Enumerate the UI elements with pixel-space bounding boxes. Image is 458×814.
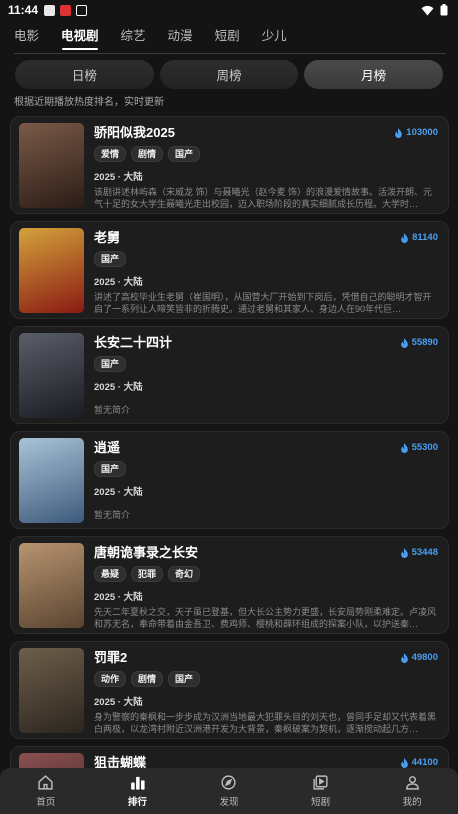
- genre-tag: 悬疑: [94, 566, 127, 582]
- genre-tag: 奇幻: [168, 566, 201, 582]
- genre-tag: 国产: [168, 671, 201, 687]
- nav-home[interactable]: 首页: [0, 768, 92, 814]
- tab-tv-series[interactable]: 电视剧: [61, 28, 99, 50]
- show-info: 逍遥国产 2025 · 大陆 暂无简介: [94, 439, 438, 521]
- nav-ranking[interactable]: 排行: [92, 768, 184, 814]
- nav-label: 我的: [402, 797, 422, 808]
- genre-tag: 剧情: [131, 671, 164, 687]
- status-bar: 11:44: [0, 0, 458, 20]
- show-poster[interactable]: [19, 648, 84, 733]
- divider: [14, 53, 446, 54]
- show-poster[interactable]: [19, 333, 84, 418]
- genre-tags: 国产: [94, 251, 438, 268]
- show-card[interactable]: 53448 唐朝诡事录之长安 悬疑 犯罪 奇幻 2025 · 大陆 先天二年夏秋之交，天子虽…: [10, 536, 449, 634]
- home-icon: [38, 775, 53, 790]
- tab-anime[interactable]: 动漫: [168, 28, 193, 50]
- show-meta: 2025 · 大陆: [94, 697, 143, 708]
- show-info: 罚罪2 动作 剧情 国产 2025 · 大陆身为警察的秦枫和一步步成为汉洲当地最大犯罪头…: [94, 649, 438, 735]
- show-title[interactable]: 长安二十四计: [94, 334, 438, 352]
- show-description: 该剧讲述林屿森（宋威龙 饰）与聂曦光（赵今麦 饰）的浪漫爱情故事。活泼开朗、元气…: [94, 187, 433, 209]
- show-card[interactable]: 55890 长安二十四计 国产 2025 · 大陆 暂无简介: [10, 326, 449, 424]
- bottom-navigation: 首页 排行 发现 短剧 我的: [0, 768, 458, 814]
- genre-tags: 国产: [94, 356, 438, 373]
- notification-icon: [44, 4, 56, 16]
- ranking-list: 103000 骄阳似我2025 爱情 剧情 国产 2025 · 大陆 该剧讲述林屿森（宋威龙…: [10, 116, 449, 814]
- show-title[interactable]: 骄阳似我2025: [94, 124, 438, 142]
- tab-daily-ranking[interactable]: 日榜: [15, 60, 154, 89]
- show-title[interactable]: 罚罪2: [94, 649, 438, 667]
- play-square-icon: [313, 775, 328, 790]
- genre-tags: 动作 剧情 国产: [94, 671, 438, 688]
- genre-tag: 国产: [94, 251, 127, 267]
- genre-tag: 国产: [94, 461, 127, 477]
- show-info: 唐朝诡事录之长安 悬疑 犯罪 奇幻 2025 · 大陆先天二年夏秋之交，天子虽已登基，但…: [94, 544, 438, 630]
- show-meta: 2025 · 大陆: [94, 382, 143, 393]
- show-meta: 2025 · 大陆: [94, 277, 143, 288]
- show-poster[interactable]: [19, 438, 84, 523]
- show-card[interactable]: 103000 骄阳似我2025 爱情 剧情 国产 2025 · 大陆 该剧讲述林屿森（宋威龙…: [10, 116, 449, 214]
- box-icon: [76, 4, 88, 16]
- compass-icon: [221, 775, 237, 790]
- show-info: 长安二十四计 国产 2025 · 大陆 暂无简介: [94, 334, 438, 416]
- ranking-range-tabs: 日榜 周榜 月榜: [15, 60, 444, 89]
- tab-monthly-ranking[interactable]: 月榜: [304, 60, 444, 89]
- show-title[interactable]: 唐朝诡事录之长安: [94, 544, 438, 562]
- tab-kids[interactable]: 少儿: [262, 28, 287, 50]
- show-info: 骄阳似我2025 爱情 剧情 国产 2025 · 大陆该剧讲述林屿森（宋威龙 饰）与聂曦…: [94, 124, 438, 210]
- ranking-description: 根据近期播放热度排名，实时更新: [14, 97, 164, 108]
- notification-icon: [60, 4, 72, 16]
- tab-weekly-ranking[interactable]: 周榜: [159, 60, 299, 89]
- nav-label: 发现: [219, 797, 239, 808]
- show-poster[interactable]: [19, 123, 84, 208]
- show-title[interactable]: 老舅: [94, 229, 438, 247]
- show-title[interactable]: 逍遥: [94, 439, 438, 457]
- nav-label: 首页: [36, 797, 56, 808]
- genre-tags: 爱情 剧情 国产: [94, 146, 438, 163]
- genre-tag: 国产: [94, 356, 127, 372]
- show-card[interactable]: 55300 逍遥 国产 2025 · 大陆 暂无简介: [10, 431, 449, 529]
- show-description: 讲述了高校毕业生老舅（崔国明），从国营大厂开始到下岗后，凭借自己的聪明才智开启了…: [94, 292, 432, 314]
- tab-movie[interactable]: 电影: [14, 28, 39, 50]
- ranking-icon: [131, 776, 145, 790]
- nav-short-drama[interactable]: 短剧: [275, 768, 367, 814]
- show-description: 身为警察的秦枫和一步步成为汉洲当地最大犯罪头目的刘天也，曾同手足却又代表着黑白两…: [94, 712, 437, 734]
- genre-tag: 爱情: [94, 146, 127, 162]
- battery-icon: [440, 4, 448, 16]
- user-icon: [405, 776, 419, 790]
- nav-label: 排行: [127, 797, 147, 808]
- genre-tag: 国产: [168, 146, 201, 162]
- show-meta: 2025 · 大陆: [94, 592, 143, 603]
- genre-tag: 剧情: [131, 146, 164, 162]
- category-tabs: 电影 电视剧 综艺 动漫 短剧 少儿: [14, 28, 309, 50]
- show-meta: 2025 · 大陆: [94, 172, 143, 183]
- genre-tag: 动作: [94, 671, 127, 687]
- status-time: 11:44: [8, 3, 39, 17]
- tab-short-drama[interactable]: 短剧: [215, 28, 240, 50]
- genre-tag: 犯罪: [131, 566, 164, 582]
- show-card[interactable]: 49800 罚罪2 动作 剧情 国产 2025 · 大陆 身为警察的秦枫和一步步成为汉洲当地…: [10, 641, 449, 739]
- nav-label: 短剧: [311, 797, 331, 808]
- show-description: 暂无简介: [94, 405, 131, 415]
- show-poster[interactable]: [19, 228, 84, 313]
- tab-variety[interactable]: 综艺: [121, 28, 146, 50]
- show-poster[interactable]: [19, 543, 84, 628]
- wifi-icon: [421, 5, 434, 15]
- nav-profile[interactable]: 我的: [366, 768, 458, 814]
- show-meta: 2025 · 大陆: [94, 487, 143, 498]
- genre-tags: 国产: [94, 461, 438, 478]
- genre-tags: 悬疑 犯罪 奇幻: [94, 566, 438, 583]
- show-info: 老舅国产 2025 · 大陆讲述了高校毕业生老舅（崔国明），从国营大厂开始到下岗后…: [94, 229, 438, 315]
- nav-discover[interactable]: 发现: [183, 768, 275, 814]
- show-description: 暂无简介: [94, 510, 131, 520]
- show-description: 先天二年夏秋之交，天子虽已登基，但大长公主势力更盛，长安局势刚柔难定。卢凌风和苏…: [94, 607, 437, 629]
- show-card[interactable]: 81140 老舅 国产 2025 · 大陆 讲述了高校毕业生老舅（崔国明），从国营大厂开…: [10, 221, 449, 319]
